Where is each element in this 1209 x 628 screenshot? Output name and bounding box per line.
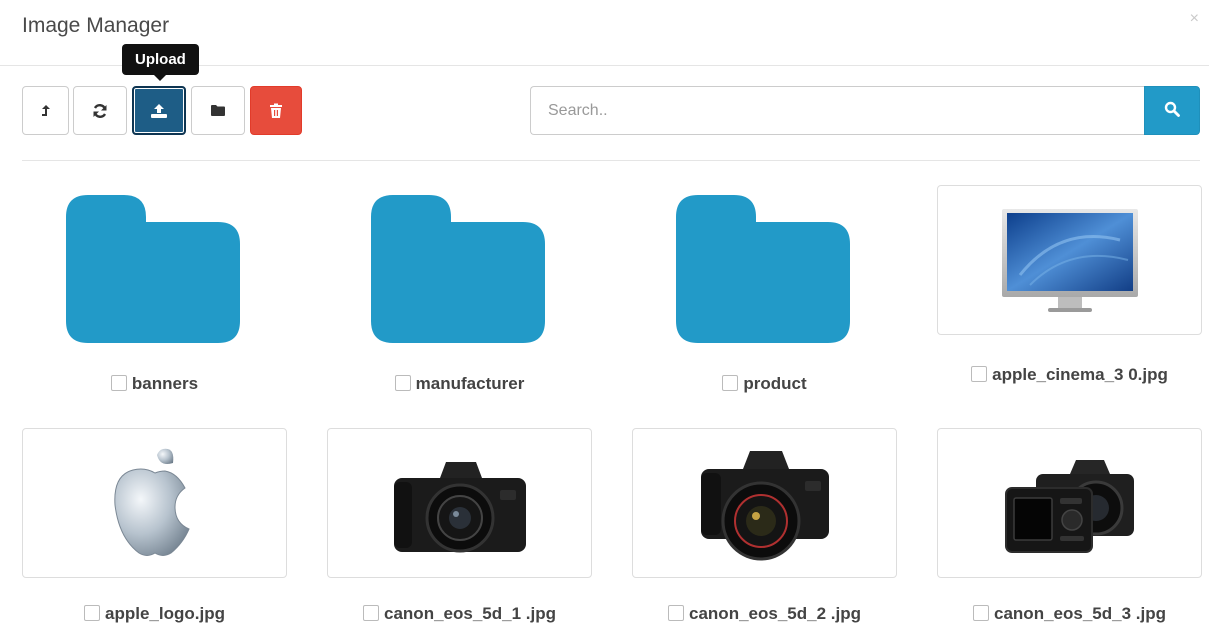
upload-button[interactable]: [132, 86, 186, 135]
image-label: apple_logo.jpg: [22, 604, 287, 624]
folder-link-banners[interactable]: [66, 195, 241, 350]
folder-checkbox[interactable]: [394, 375, 411, 391]
folder-link-product[interactable]: [676, 195, 851, 350]
upload-icon: [150, 103, 168, 119]
image-checkbox[interactable]: [971, 366, 988, 382]
image-checkbox[interactable]: [668, 605, 685, 621]
folder-label: product: [632, 374, 897, 394]
image-thumbnail-link[interactable]: [632, 428, 897, 578]
folder-icon: [66, 195, 240, 343]
image-name: canon_eos_5d_1 .jpg: [384, 604, 556, 623]
image-name: apple_logo.jpg: [105, 604, 225, 623]
folder-label: manufacturer: [327, 374, 592, 394]
folder-name: banners: [131, 374, 199, 393]
image-name: canon_eos_5d_3 .jpg: [994, 604, 1166, 623]
new-folder-button[interactable]: [191, 86, 245, 135]
refresh-icon: [92, 103, 108, 119]
image-label: canon_eos_5d_2 .jpg: [632, 604, 897, 624]
image-checkbox[interactable]: [84, 605, 101, 621]
search-button[interactable]: [1144, 86, 1200, 135]
toolbar-divider: [22, 160, 1200, 161]
level-up-icon: [40, 104, 52, 118]
camera-image: [393, 462, 526, 553]
folder-icon: [676, 195, 850, 343]
folder-icon: [371, 195, 545, 343]
image-name: canon_eos_5d_2 .jpg: [689, 604, 861, 623]
monitor-image: [1001, 209, 1138, 312]
folder-checkbox[interactable]: [110, 375, 127, 391]
camera-back-image: [1004, 460, 1134, 553]
modal-title: Image Manager: [22, 14, 170, 37]
image-label: canon_eos_5d_1 .jpg: [327, 604, 592, 624]
image-label: canon_eos_5d_3 .jpg: [937, 604, 1202, 624]
search-input[interactable]: [530, 86, 1145, 135]
close-button[interactable]: ×: [1190, 10, 1199, 28]
image-thumbnail-link[interactable]: [937, 185, 1202, 335]
refresh-button[interactable]: [73, 86, 127, 135]
folder-name: product: [743, 374, 807, 393]
upload-tooltip: Upload: [122, 44, 199, 81]
image-checkbox[interactable]: [363, 605, 380, 621]
search-group: [530, 86, 1200, 135]
folder-label: banners: [22, 374, 287, 394]
image-label: apple_cinema_3 0.jpg: [937, 365, 1202, 385]
image-name: apple_cinema_3 0.jpg: [992, 365, 1168, 384]
trash-icon: [269, 103, 283, 119]
image-thumbnail-link[interactable]: [937, 428, 1202, 578]
folder-name: manufacturer: [415, 374, 525, 393]
folder-checkbox[interactable]: [722, 375, 739, 391]
delete-button[interactable]: [250, 86, 302, 135]
image-thumbnail-link[interactable]: [22, 428, 287, 578]
camera-image: [700, 450, 829, 560]
folder-icon: [210, 104, 226, 117]
parent-directory-button[interactable]: [22, 86, 69, 135]
search-icon: [1164, 101, 1180, 120]
image-checkbox[interactable]: [973, 605, 990, 621]
apple-logo-image: [113, 448, 190, 556]
image-thumbnail-link[interactable]: [327, 428, 592, 578]
folder-link-manufacturer[interactable]: [371, 195, 546, 350]
